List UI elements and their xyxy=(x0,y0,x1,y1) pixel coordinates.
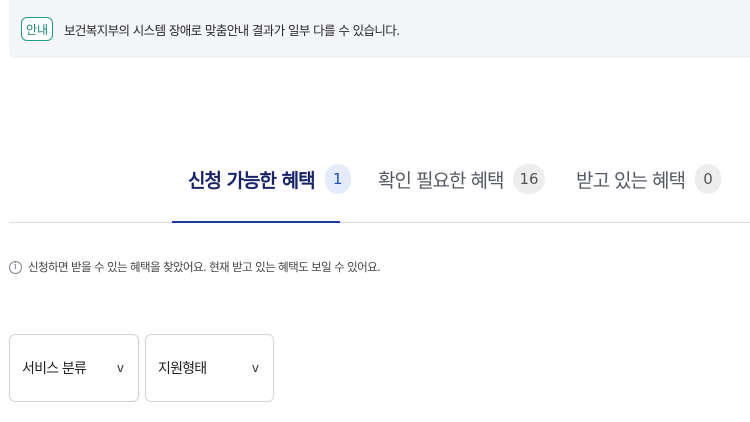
tab-needs-check-benefits[interactable]: 확인 필요한 혜택 16 xyxy=(378,136,545,222)
service-category-dropdown[interactable]: 서비스 분류 v xyxy=(9,334,139,402)
notice-text: 보건복지부의 시스템 장애로 맞춤안내 결과가 일부 다를 수 있습니다. xyxy=(64,22,400,38)
dropdown-label: 서비스 분류 xyxy=(22,361,87,377)
active-tab-indicator xyxy=(172,221,340,223)
tab-available-benefits[interactable]: 신청 가능한 혜택 1 xyxy=(188,136,351,222)
info-text: 신청하면 받을 수 있는 혜택을 찾았어요. 현재 받고 있는 혜택도 보일 수… xyxy=(28,260,381,274)
support-type-dropdown[interactable]: 지원형태 v xyxy=(145,334,274,402)
info-message: i 신청하면 받을 수 있는 혜택을 찾았어요. 현재 받고 있는 혜택도 보일… xyxy=(9,259,381,275)
tab-count-badge: 0 xyxy=(694,164,721,194)
tab-label: 확인 필요한 혜택 xyxy=(378,169,504,192)
system-notice-banner: 안내 보건복지부의 시스템 장애로 맞춤안내 결과가 일부 다를 수 있습니다. xyxy=(9,0,750,58)
tab-count-badge: 16 xyxy=(513,164,545,194)
chevron-down-icon: v xyxy=(251,361,259,375)
notice-badge: 안내 xyxy=(21,17,53,41)
chevron-down-icon: v xyxy=(116,361,124,375)
benefit-tabs: 신청 가능한 혜택 1 확인 필요한 혜택 16 받고 있는 혜택 0 xyxy=(9,136,750,223)
tab-count-badge: 1 xyxy=(324,164,351,194)
tab-receiving-benefits[interactable]: 받고 있는 혜택 0 xyxy=(576,136,721,222)
dropdown-label: 지원형태 xyxy=(158,361,207,377)
info-icon: i xyxy=(9,260,22,274)
tab-label: 받고 있는 혜택 xyxy=(576,169,686,192)
tab-label: 신청 가능한 혜택 xyxy=(188,169,316,192)
